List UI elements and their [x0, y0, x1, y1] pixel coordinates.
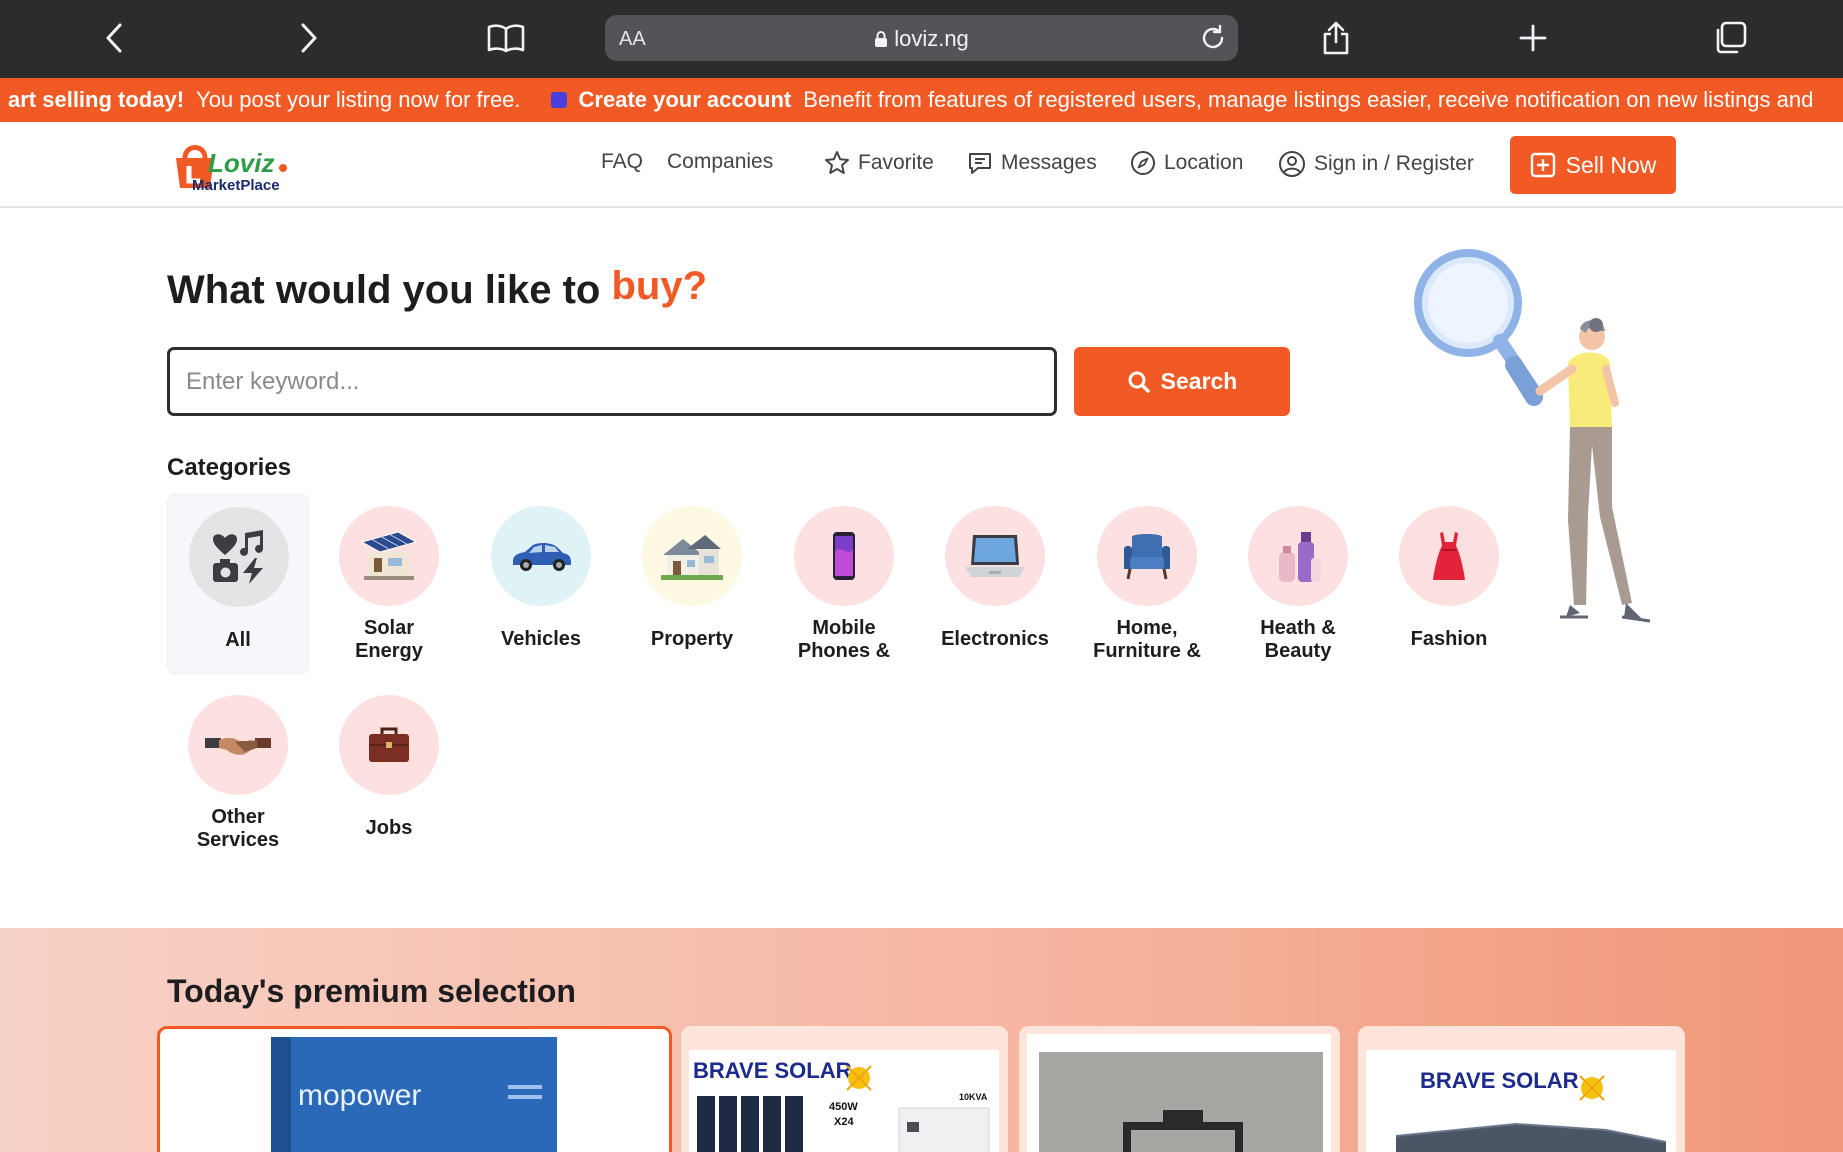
solar-panel-icon: [339, 506, 439, 606]
category-mobile-phones[interactable]: Mobile Phones &: [773, 494, 915, 674]
category-label: Mobile Phones &: [797, 617, 891, 662]
nav-companies[interactable]: Companies: [667, 150, 773, 174]
nav-location-label: Location: [1164, 151, 1244, 174]
square-icon: [550, 92, 567, 108]
site-header: Loviz MarketPlace FAQ Companies Favorite…: [0, 122, 1843, 208]
nav-messages-label: Messages: [1001, 151, 1097, 174]
category-vehicles[interactable]: Vehicles: [470, 494, 612, 674]
nav-signin[interactable]: Sign in / Register: [1278, 150, 1474, 178]
search-input[interactable]: [167, 347, 1057, 416]
premium-card[interactable]: BRAVE SOLAR 450W X24 10KVA: [681, 1026, 1008, 1152]
create-account-link[interactable]: Create your account: [579, 87, 792, 113]
category-label: Jobs: [365, 817, 413, 839]
category-label: Solar Energy: [355, 617, 423, 662]
category-label: Heath & Beauty: [1260, 617, 1336, 662]
new-tab-icon[interactable]: [1509, 14, 1557, 62]
handshake-icon: [188, 695, 288, 795]
listing-spec: 450W: [829, 1101, 858, 1113]
category-property[interactable]: Property: [621, 494, 763, 674]
sell-now-button[interactable]: Sell Now: [1510, 136, 1676, 194]
site-logo[interactable]: Loviz MarketPlace: [170, 136, 290, 194]
compass-icon: [1131, 151, 1155, 175]
nav-faq-label: FAQ: [601, 150, 644, 173]
promo-lead-bold: art selling today!: [8, 87, 185, 112]
category-electronics[interactable]: Electronics: [924, 494, 1066, 674]
premium-card[interactable]: [1019, 1026, 1340, 1152]
bookmarks-icon[interactable]: [482, 14, 530, 62]
listing-image: mopower: [168, 1037, 662, 1152]
promo-cta-text: Benefit from features of registered user…: [803, 87, 1814, 112]
back-icon[interactable]: [90, 14, 138, 62]
nav-messages[interactable]: Messages: [967, 150, 1097, 176]
listing-image: BRAVE SOLAR: [1366, 1050, 1676, 1152]
listing-spec: 10KVA: [959, 1092, 988, 1102]
nav-faq[interactable]: FAQ: [601, 150, 643, 174]
listing-brand: BRAVE SOLAR: [1420, 1068, 1579, 1093]
url-text: loviz.ng: [894, 26, 969, 51]
share-icon[interactable]: [1312, 14, 1360, 62]
hero-title-accent: buy?: [611, 264, 707, 308]
plus-square-icon: [1530, 152, 1555, 178]
category-solar-energy[interactable]: Solar Energy: [318, 494, 460, 674]
forward-icon[interactable]: [285, 14, 333, 62]
logo-subtitle: MarketPlace: [192, 177, 280, 194]
house-icon: [642, 506, 742, 606]
promo-lead-text: You post your listing now for free.: [196, 87, 521, 112]
nav-favorite[interactable]: Favorite: [824, 150, 934, 176]
nav-signin-label: Sign in / Register: [1314, 152, 1474, 175]
star-icon: [825, 151, 849, 174]
nav-location[interactable]: Location: [1130, 150, 1243, 176]
category-label: Electronics: [941, 628, 1049, 650]
message-icon: [969, 153, 991, 174]
premium-section: Today's premium selection mopower BRAVE …: [0, 928, 1843, 1152]
url-display[interactable]: loviz.ng: [605, 26, 1238, 52]
category-home-furniture[interactable]: Home, Furniture &: [1076, 494, 1218, 674]
nav-favorite-label: Favorite: [858, 151, 934, 174]
lock-icon: [875, 31, 888, 47]
premium-card[interactable]: mopower: [157, 1026, 672, 1152]
category-label: Home, Furniture &: [1093, 617, 1201, 662]
armchair-icon: [1097, 506, 1197, 606]
address-bar[interactable]: AA loviz.ng: [605, 15, 1238, 61]
listing-image: [1027, 1034, 1331, 1152]
category-label: All: [225, 629, 251, 651]
search-button[interactable]: Search: [1074, 347, 1290, 416]
hero-title-text: What would you like to: [167, 268, 601, 312]
category-label: Property: [650, 628, 734, 650]
categories-heading: Categories: [167, 454, 292, 481]
listing-brand: BRAVE SOLAR: [693, 1058, 852, 1083]
briefcase-icon: [339, 695, 439, 795]
cosmetics-icon: [1248, 506, 1348, 606]
premium-title: Today's premium selection: [167, 973, 576, 1009]
category-label: Fashion: [1410, 628, 1488, 650]
reload-icon[interactable]: [1198, 23, 1228, 58]
category-jobs[interactable]: Jobs: [318, 683, 460, 863]
smartphone-icon: [794, 506, 894, 606]
user-circle-icon: [1279, 151, 1305, 177]
tabs-overview-icon[interactable]: [1706, 14, 1754, 62]
category-all[interactable]: All: [167, 494, 309, 674]
listing-image: BRAVE SOLAR 450W X24 10KVA: [689, 1050, 999, 1152]
browser-toolbar: AA loviz.ng: [0, 0, 1843, 78]
listing-brand: mopower: [298, 1079, 421, 1112]
premium-card[interactable]: BRAVE SOLAR: [1358, 1026, 1685, 1152]
dress-icon: [1399, 506, 1499, 606]
category-health-beauty[interactable]: Heath & Beauty: [1227, 494, 1369, 674]
car-icon: [491, 506, 591, 606]
category-label: Other Services: [196, 806, 280, 851]
hero-title: What would you like to buy?: [167, 264, 707, 313]
search-button-label: Search: [1160, 368, 1238, 394]
promo-banner[interactable]: art selling today! You post your listing…: [0, 78, 1843, 122]
category-fashion[interactable]: Fashion: [1378, 494, 1520, 674]
all-categories-icon: [189, 507, 289, 607]
sell-now-label: Sell Now: [1565, 151, 1657, 178]
listing-spec: X24: [834, 1116, 854, 1128]
nav-companies-label: Companies: [667, 150, 774, 173]
category-other-services[interactable]: Other Services: [167, 683, 309, 863]
category-label: Vehicles: [500, 628, 582, 650]
search-icon: [1128, 371, 1150, 393]
logo-wordmark: Loviz: [208, 148, 274, 178]
laptop-icon: [945, 506, 1045, 606]
